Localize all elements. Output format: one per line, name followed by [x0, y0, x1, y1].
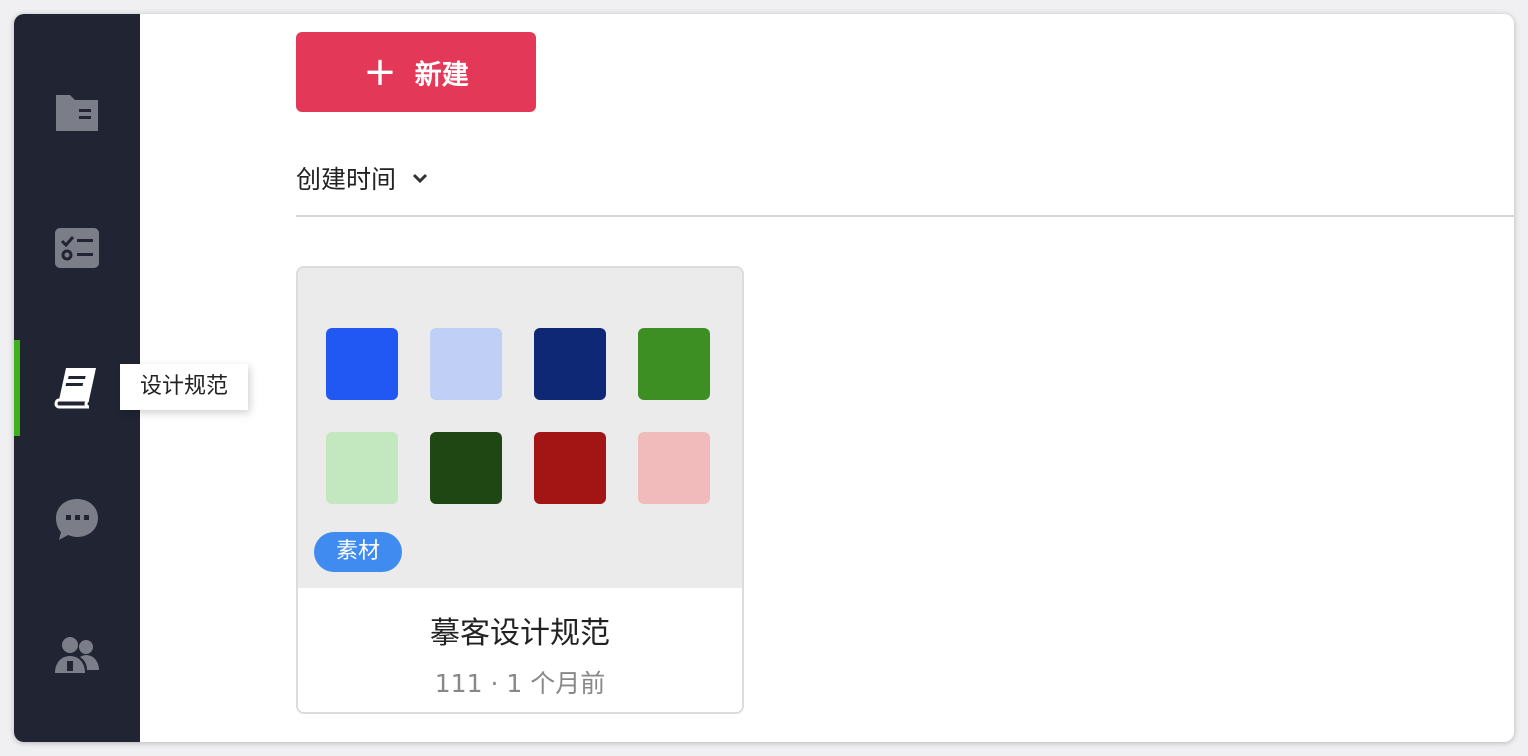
- divider: [296, 215, 1514, 217]
- plus-icon: +: [363, 49, 397, 95]
- project-card[interactable]: 素材 摹客设计规范 111 · 1 个月前: [296, 266, 744, 714]
- color-swatch: [638, 432, 710, 504]
- sort-label: 创建时间: [296, 165, 397, 194]
- folder-icon: [56, 95, 98, 131]
- new-button[interactable]: + 新建: [296, 32, 536, 112]
- card-preview: 素材: [298, 268, 742, 588]
- color-swatch: [638, 328, 710, 400]
- color-swatch: [430, 432, 502, 504]
- color-swatch: [430, 328, 502, 400]
- checklist-icon: [55, 228, 99, 268]
- users-icon: [55, 637, 99, 673]
- sidebar-item-folder[interactable]: [14, 64, 140, 160]
- sidebar-item-team[interactable]: [14, 608, 140, 704]
- new-button-label: 新建: [414, 59, 469, 91]
- color-swatch: [534, 328, 606, 400]
- color-swatch: [534, 432, 606, 504]
- color-swatch: [326, 328, 398, 400]
- chat-bubble-icon: [56, 499, 98, 540]
- sidebar-item-tasks[interactable]: [14, 200, 140, 296]
- card-meta: 111 · 1 个月前: [434, 669, 606, 698]
- app-window: 设计规范 + 新建 创建时间 素材 摹客设计规范 111 · 1 个月前: [14, 14, 1514, 742]
- sort-dropdown[interactable]: 创建时间: [296, 160, 428, 196]
- category-tag: 素材: [314, 532, 402, 572]
- chevron-down-icon: [412, 173, 428, 184]
- book-icon: [54, 368, 96, 409]
- sidebar-item-chat[interactable]: [14, 472, 140, 568]
- card-title: 摹客设计规范: [430, 616, 610, 651]
- color-swatch: [326, 432, 398, 504]
- sidebar-tooltip: 设计规范: [120, 364, 249, 410]
